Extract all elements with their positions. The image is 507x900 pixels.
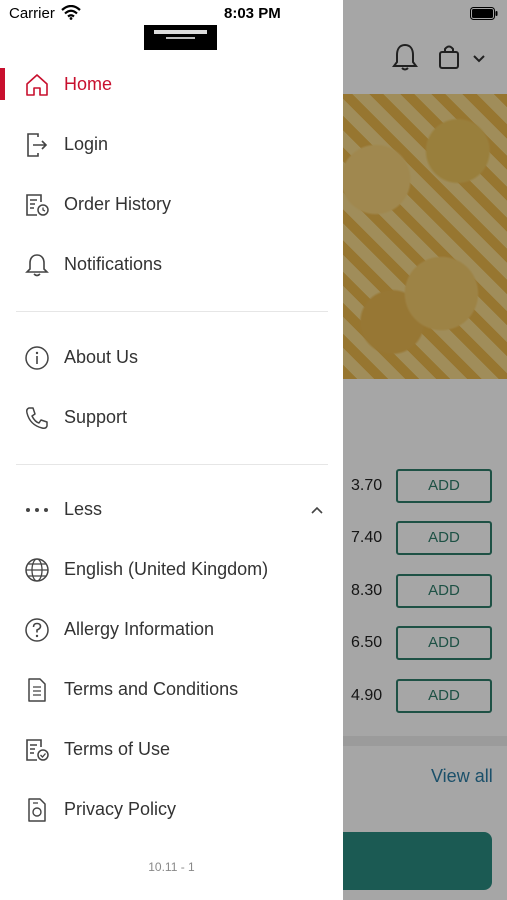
menu-item-label: Terms and Conditions	[64, 679, 239, 699]
menu-item-allergy-information[interactable]: Allergy Information	[0, 601, 343, 661]
navigation-drawer: Home Login Order History Notifications A…	[0, 0, 343, 900]
bell-icon	[25, 254, 49, 277]
menu-item-label: Order History	[64, 194, 172, 214]
menu-item-label: Support	[64, 407, 128, 427]
order-history-icon	[26, 194, 49, 216]
menu-item-about-us[interactable]: About Us	[0, 329, 343, 389]
menu-item-label: Privacy Policy	[64, 799, 177, 819]
menu-item-label: English (United Kingdom)	[64, 559, 269, 579]
phone-icon	[26, 407, 48, 429]
document-icon	[28, 678, 46, 702]
globe-icon	[25, 558, 49, 582]
menu-divider	[16, 464, 328, 465]
menu-item-notifications[interactable]: Notifications	[0, 236, 343, 296]
menu-item-label: Allergy Information	[64, 619, 215, 639]
question-icon	[25, 618, 49, 642]
less-label: Less	[64, 499, 103, 519]
login-icon	[27, 133, 48, 157]
menu-item-support[interactable]: Support	[0, 389, 343, 449]
menu-item-login[interactable]: Login	[0, 116, 343, 176]
less-toggle[interactable]: Less	[0, 481, 343, 541]
menu-item-label: Notifications	[64, 254, 163, 274]
menu-divider	[16, 311, 328, 312]
menu-item-home[interactable]: Home	[0, 56, 343, 116]
menu-item-language[interactable]: English (United Kingdom)	[0, 541, 343, 601]
privacy-icon	[28, 798, 46, 822]
menu-item-label: Terms of Use	[64, 739, 171, 759]
document-check-icon	[26, 739, 49, 761]
menu-item-label: Login	[64, 134, 109, 154]
more-icon	[26, 508, 48, 512]
status-bar: Carrier 8:03 PM	[0, 0, 507, 28]
logo-mark-icon	[154, 30, 207, 39]
chevron-up-icon	[311, 506, 323, 514]
menu-item-privacy-policy[interactable]: Privacy Policy	[0, 781, 343, 841]
status-time: 8:03 PM	[224, 5, 281, 22]
app-version: 10.11 - 1	[148, 860, 195, 874]
info-icon	[25, 346, 49, 370]
home-icon	[26, 74, 48, 96]
menu-item-order-history[interactable]: Order History	[0, 176, 343, 236]
menu-item-terms-and-conditions[interactable]: Terms and Conditions	[0, 661, 343, 721]
brand-logo	[144, 25, 217, 50]
menu-item-terms-of-use[interactable]: Terms of Use	[0, 721, 343, 781]
wifi-icon	[61, 5, 81, 20]
carrier-label: Carrier	[9, 5, 55, 22]
menu-item-label: Home	[64, 74, 113, 94]
menu-item-label: About Us	[64, 347, 139, 367]
battery-icon	[470, 7, 498, 20]
